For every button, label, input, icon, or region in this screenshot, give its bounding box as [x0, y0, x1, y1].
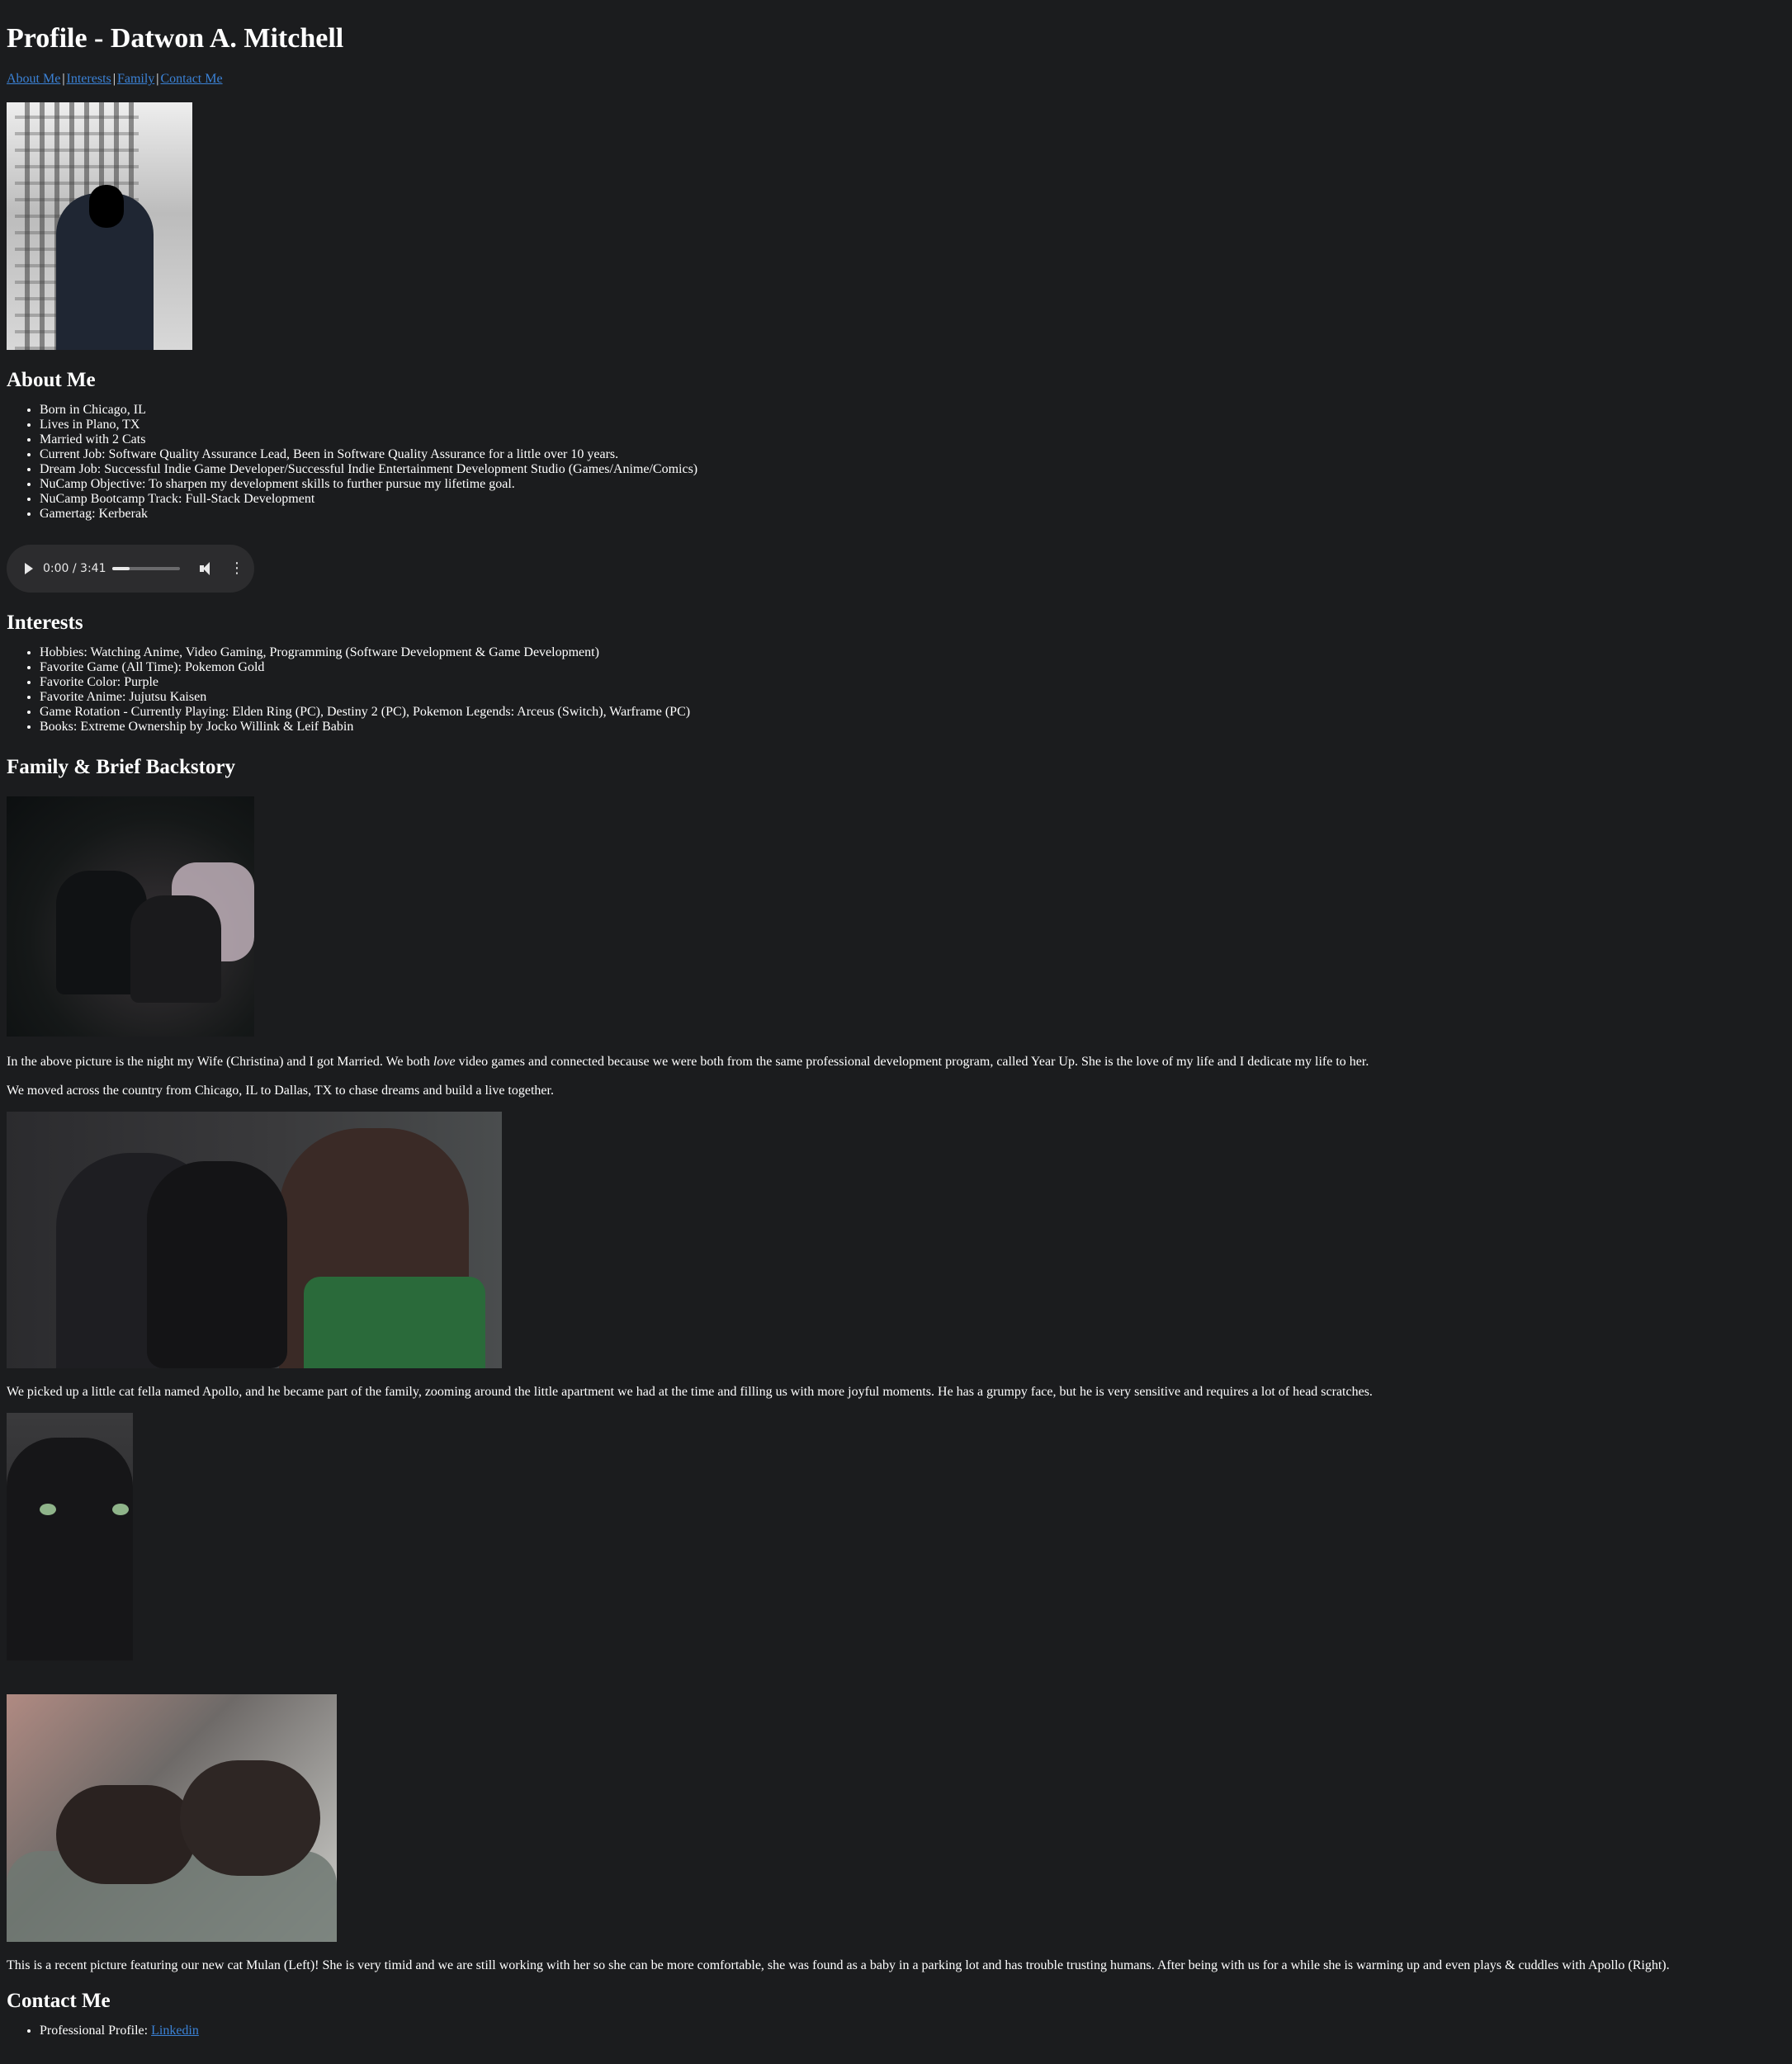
audio-player: 0:00 / 3:41 ⋮	[7, 545, 254, 593]
profile-photo	[7, 102, 192, 350]
family-para-4: This is a recent picture featuring our n…	[7, 1958, 1785, 1974]
list-item: Current Job: Software Quality Assurance …	[40, 447, 1785, 462]
nav-bar: About Me | Interests | Family | Contact Me	[7, 71, 1785, 87]
photo-shirt	[304, 1277, 485, 1368]
nav-separator: |	[112, 72, 116, 86]
list-item: Hobbies: Watching Anime, Video Gaming, P…	[40, 645, 1785, 660]
family-para-1: In the above picture is the night my Wif…	[7, 1054, 1785, 1070]
paragraph-text: video games and connected because we wer…	[455, 1055, 1369, 1069]
family-heading: Family & Brief Backstory	[7, 756, 236, 778]
list-item: NuCamp Objective: To sharpen my developm…	[40, 477, 1785, 492]
interests-heading: Interests	[7, 612, 83, 634]
volume-icon[interactable]	[200, 562, 213, 575]
list-item: Favorite Color: Purple	[40, 675, 1785, 690]
family-para-2: We moved across the country from Chicago…	[7, 1083, 1785, 1099]
audio-progress-fill	[112, 567, 130, 570]
family-heading-block: Family & Brief Backstory	[7, 755, 1785, 780]
contact-label: Professional Profile:	[40, 2024, 152, 2038]
photo-cat-eye	[40, 1504, 56, 1515]
interests-section: Interests Hobbies: Watching Anime, Video…	[7, 611, 1785, 734]
family-para-3: We picked up a little cat fella named Ap…	[7, 1384, 1785, 1400]
list-item: Married with 2 Cats	[40, 432, 1785, 447]
list-item: Professional Profile: Linkedin	[40, 2024, 1785, 2038]
contact-heading: Contact Me	[7, 1990, 111, 2012]
play-icon[interactable]	[25, 563, 33, 574]
nav-separator: |	[156, 72, 159, 86]
contact-section: Contact Me Professional Profile: Linkedi…	[7, 1989, 1785, 2038]
paragraph-text: In the above picture is the night my Wif…	[7, 1055, 433, 1069]
paragraph-emphasis: love	[433, 1055, 456, 1069]
list-item: Books: Extreme Ownership by Jocko Willin…	[40, 720, 1785, 734]
photo-cat	[7, 1438, 133, 1660]
list-item: Favorite Game (All Time): Pokemon Gold	[40, 660, 1785, 675]
list-item: Dream Job: Successful Indie Game Develop…	[40, 462, 1785, 477]
photo-cat-apollo	[180, 1760, 320, 1876]
photo-cat-eye	[112, 1504, 129, 1515]
two-cats-photo	[7, 1694, 337, 1942]
about-section: About Me Born in Chicago, IL Lives in Pl…	[7, 368, 1785, 522]
list-item: Born in Chicago, IL	[40, 403, 1785, 418]
list-item: Favorite Anime: Jujutsu Kaisen	[40, 690, 1785, 705]
family-paragraph: This is a recent picture featuring our n…	[7, 1958, 1670, 1972]
more-options-icon[interactable]: ⋮	[229, 561, 244, 576]
couple-with-cat-photo	[7, 1112, 502, 1368]
profile-page: Profile - Datwon A. Mitchell About Me | In…	[0, 0, 1792, 2064]
nav-link-about[interactable]: About Me	[7, 72, 60, 86]
nav-link-family[interactable]: Family	[117, 72, 154, 86]
list-item: Lives in Plano, TX	[40, 418, 1785, 432]
wedding-photo	[7, 796, 254, 1037]
page-title: Profile - Datwon A. Mitchell	[7, 23, 344, 54]
family-paragraph: In the above picture is the night my Wif…	[7, 1054, 1785, 1070]
nav-separator: |	[62, 72, 65, 86]
nav-link-contact[interactable]: Contact Me	[160, 72, 222, 86]
about-list: Born in Chicago, IL Lives in Plano, TX M…	[7, 403, 1785, 522]
photo-person-head	[89, 185, 124, 228]
family-paragraph: We picked up a little cat fella named Ap…	[7, 1385, 1373, 1399]
contact-list: Professional Profile: Linkedin	[7, 2024, 1785, 2038]
interests-list: Hobbies: Watching Anime, Video Gaming, P…	[7, 645, 1785, 734]
photo-cat	[147, 1161, 287, 1368]
list-item: Game Rotation - Currently Playing: Elden…	[40, 705, 1785, 720]
list-item: NuCamp Bootcamp Track: Full-Stack Develo…	[40, 492, 1785, 507]
photo-person-wife	[130, 895, 221, 1003]
family-paragraph: We moved across the country from Chicago…	[7, 1084, 554, 1098]
audio-time: 0:00 / 3:41	[43, 562, 106, 575]
about-heading: About Me	[7, 369, 96, 391]
list-item: Gamertag: Kerberak	[40, 507, 1785, 522]
apollo-cat-photo	[7, 1413, 133, 1660]
linkedin-link[interactable]: Linkedin	[151, 2024, 199, 2038]
photo-cat-mulan	[56, 1785, 196, 1884]
nav-link-interests[interactable]: Interests	[67, 72, 111, 86]
audio-progress-slider[interactable]	[112, 567, 180, 570]
